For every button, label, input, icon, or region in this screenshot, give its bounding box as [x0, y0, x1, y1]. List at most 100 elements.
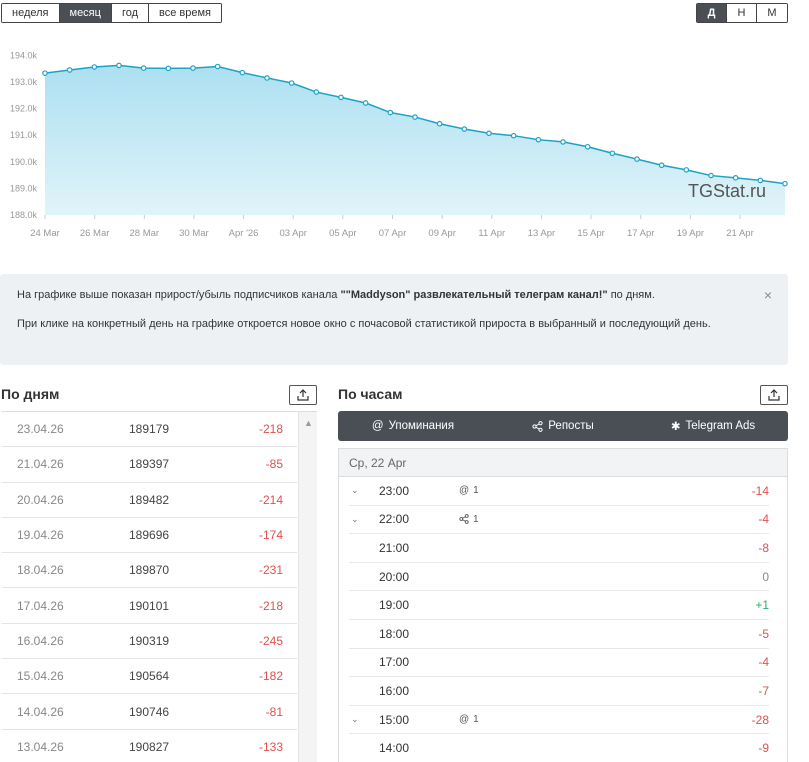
day-row[interactable]: 23.04.26 189179 -218 — [2, 412, 297, 448]
chart-point[interactable] — [412, 114, 418, 120]
day-date: 20.04.26 — [17, 492, 64, 507]
chart-point[interactable] — [510, 132, 517, 139]
export-icon — [297, 388, 309, 401]
hour-change: -8 — [758, 540, 769, 555]
day-change: -218 — [258, 422, 283, 437]
x-tick-label: 26 Mar — [80, 228, 110, 239]
days-panel: 23.04.26 189179 -218 21.04.26 189397 -85 20.04… — [2, 411, 317, 762]
chart-point[interactable] — [91, 64, 98, 70]
day-date: 14.04.26 — [17, 704, 64, 719]
hour-time: 21:00 — [379, 540, 410, 555]
chart-point[interactable] — [560, 139, 566, 145]
hour-row: 20:00 0 — [349, 563, 769, 592]
chart-point[interactable] — [461, 126, 468, 132]
hour-row: 14:00 -9 — [349, 734, 769, 762]
day-row[interactable]: 21.04.26 189397 -85 — [2, 447, 297, 483]
day-header: Ср, 22 Apr — [339, 449, 787, 477]
chart-point[interactable] — [708, 172, 714, 179]
chart-area — [45, 65, 785, 215]
chart-point[interactable] — [338, 94, 344, 101]
hour-time: 19:00 — [379, 598, 410, 613]
tab-year[interactable]: год — [111, 4, 150, 22]
hour-change: +1 — [755, 598, 769, 613]
day-row[interactable]: 19.04.26 189696 -174 — [2, 518, 297, 554]
tab-ads-label: Telegram Ads — [685, 420, 756, 432]
hour-time: 17:00 — [379, 655, 410, 670]
day-row[interactable]: 13.04.26 190827 -133 — [2, 730, 297, 762]
hour-row[interactable]: ⌄ 15:00 @1 -28 — [349, 706, 769, 735]
chart-point[interactable] — [313, 89, 320, 95]
day-row[interactable]: 16.04.26 190319 -245 — [2, 624, 297, 660]
day-date: 21.04.26 — [17, 457, 64, 472]
x-tick-label: 28 Mar — [129, 228, 159, 239]
chart-point[interactable] — [165, 65, 172, 72]
chart-point[interactable] — [362, 100, 369, 106]
tab-week[interactable]: неделя — [2, 4, 60, 22]
hour-change: -4 — [758, 655, 769, 670]
range-tabs: неделя месяц год все время — [1, 3, 223, 23]
tab-all-time[interactable]: все время — [149, 4, 222, 22]
tab-hour[interactable]: Н — [727, 4, 757, 22]
scroll-up-icon[interactable]: ▲ — [304, 418, 313, 428]
chart-point[interactable] — [436, 120, 443, 127]
chart-point[interactable] — [535, 136, 542, 143]
chart-point[interactable] — [387, 109, 394, 116]
day-row[interactable]: 18.04.26 189870 -231 — [2, 553, 297, 589]
hour-time: 20:00 — [379, 569, 410, 584]
chart-point[interactable] — [683, 167, 690, 173]
hours-title: По часам — [338, 386, 403, 402]
tab-reposts[interactable]: Репосты — [488, 411, 638, 441]
chart-point[interactable] — [190, 65, 196, 71]
chevron-down-icon[interactable]: ⌄ — [349, 485, 379, 496]
chart-point[interactable] — [66, 67, 73, 73]
chart-point[interactable] — [732, 175, 739, 181]
chevron-down-icon[interactable]: ⌄ — [349, 714, 379, 725]
chart-point[interactable] — [634, 156, 640, 162]
day-row[interactable]: 15.04.26 190564 -182 — [2, 659, 297, 695]
chart-point[interactable] — [214, 63, 221, 70]
day-row[interactable]: 17.04.26 190101 -218 — [2, 588, 297, 624]
granularity-tabs: Д Н М — [696, 3, 788, 23]
chart-point[interactable] — [288, 80, 295, 86]
subscribers-chart[interactable]: 194.0k 193.0k 192.0k 191.0k 190.0k 189.0k 188.… — [0, 40, 800, 245]
hours-tabs: @ Упоминания Репосты ✱ Telegram Ads — [338, 411, 788, 441]
x-tick-label: 21 Apr — [726, 228, 753, 239]
scrollbar[interactable]: ▲ — [298, 412, 317, 762]
day-subscribers: 190564 — [129, 669, 170, 684]
tab-month-granularity[interactable]: М — [757, 4, 787, 22]
hour-time: 16:00 — [379, 683, 410, 698]
x-tick-label: 19 Apr — [677, 228, 704, 239]
close-icon[interactable]: × — [764, 286, 772, 304]
tab-month[interactable]: месяц — [59, 4, 112, 22]
info-line-1: На графике выше показан прирост/убыль по… — [17, 286, 748, 304]
chart-point[interactable] — [584, 143, 591, 150]
chart-point[interactable] — [140, 65, 147, 71]
info-text: На графике выше показан прирост/убыль по… — [17, 289, 338, 301]
chart-point[interactable] — [42, 70, 48, 76]
x-tick-label: 15 Apr — [577, 228, 604, 239]
export-days-button[interactable] — [289, 385, 317, 405]
hour-row: 17:00 -4 — [349, 649, 769, 678]
day-row[interactable]: 20.04.26 189482 -214 — [2, 483, 297, 518]
day-row[interactable]: 14.04.26 190746 -81 — [2, 694, 297, 730]
x-tick-label: 30 Mar — [179, 228, 209, 239]
hour-row: 18:00 -5 — [349, 620, 769, 649]
chart-point[interactable] — [658, 162, 665, 169]
hour-row[interactable]: ⌄ 22:00 1 -4 — [349, 506, 769, 535]
day-subscribers: 189179 — [129, 422, 170, 437]
chart-point[interactable] — [609, 150, 616, 157]
chart-point[interactable] — [116, 62, 122, 69]
day-subscribers: 189696 — [129, 528, 170, 543]
chevron-down-icon[interactable]: ⌄ — [349, 514, 379, 525]
chart-point[interactable] — [264, 75, 270, 81]
chart-point[interactable] — [782, 180, 788, 187]
tab-day[interactable]: Д — [697, 4, 727, 22]
days-title: По дням — [1, 386, 60, 402]
hour-meta-count: 1 — [473, 513, 479, 525]
export-hours-button[interactable] — [760, 385, 788, 405]
tab-mentions[interactable]: @ Упоминания — [338, 411, 488, 441]
hour-row[interactable]: ⌄ 23:00 @1 -14 — [349, 477, 769, 506]
chart-point[interactable] — [486, 130, 492, 137]
chart-point[interactable] — [239, 69, 246, 76]
tab-telegram-ads[interactable]: ✱ Telegram Ads — [638, 411, 788, 441]
